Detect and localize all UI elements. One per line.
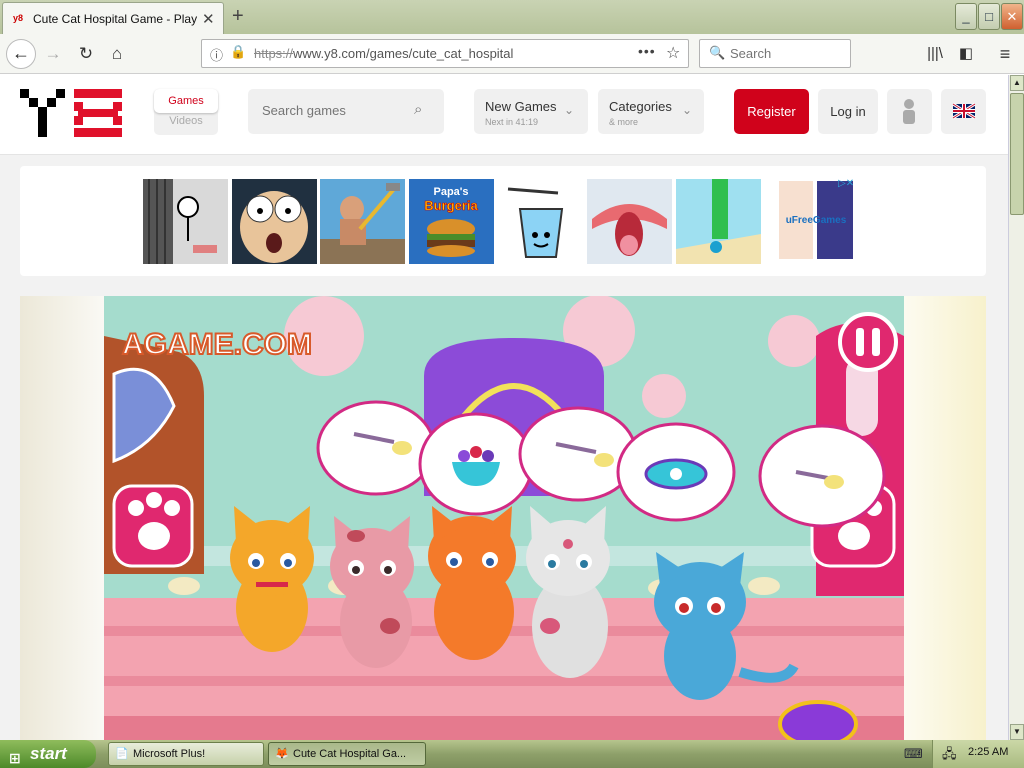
thought-bubble-tweezers[interactable] (316, 400, 436, 496)
thought-bubble-tweezers[interactable] (518, 406, 638, 502)
games-tab[interactable]: Games (154, 89, 218, 113)
keyboard-icon[interactable]: ⌨ (904, 746, 923, 762)
tab-title: Cute Cat Hospital Game - Play online (33, 12, 198, 26)
videos-tab[interactable]: Videos (154, 115, 218, 127)
uk-flag-icon[interactable] (941, 89, 986, 134)
ufreegames-ad[interactable]: uFreeGames (777, 179, 855, 261)
new-games-countdown: Next in 41:19 (485, 117, 539, 127)
start-label: start (30, 744, 67, 763)
left-paw-button[interactable] (112, 484, 194, 568)
scroll-up-arrow-icon[interactable]: ▲ (1010, 75, 1024, 91)
home-icon[interactable]: ⌂ (102, 40, 132, 68)
back-arrow-icon[interactable]: ← (6, 39, 36, 69)
close-tab-icon[interactable]: ✕ (202, 10, 215, 28)
stack-run-thumbnail[interactable] (676, 179, 761, 264)
y8-favicon-icon: y8 (13, 13, 24, 23)
purse-icon[interactable] (778, 700, 858, 740)
page-actions-dots-icon[interactable]: ••• (638, 43, 656, 59)
categories-subtitle: & more (609, 117, 639, 127)
url-text: https://www.y8.com/games/cute_cat_hospit… (254, 46, 513, 61)
agame-logo[interactable]: AGAME.COM (121, 327, 313, 362)
browser-search-input[interactable] (730, 46, 840, 61)
taskbar-item-cute-cat-hospital[interactable]: 🦊 Cute Cat Hospital Ga... (268, 742, 426, 766)
chevron-down-icon: ⌄ (564, 103, 575, 117)
hamburger-menu-icon[interactable]: ≡ (990, 40, 1020, 68)
close-window-button[interactable]: ✕ (1001, 3, 1023, 30)
forward-arrow-icon[interactable]: → (38, 40, 68, 68)
climber-hammer-thumbnail[interactable] (320, 179, 405, 264)
search-icon[interactable]: ⌕ (414, 101, 422, 118)
url-scheme: https:// (254, 46, 294, 61)
new-tab-plus-icon[interactable]: + (232, 5, 244, 28)
categories-dropdown[interactable]: Categories & more ⌄ (598, 89, 704, 134)
papas-title-line2: Burgeria (424, 198, 478, 213)
url-bar[interactable]: ⓘ 🔒 https://www.y8.com/games/cute_cat_ho… (201, 39, 689, 68)
adchoices-icon[interactable]: ▷✕ (838, 178, 854, 189)
login-button[interactable]: Log in (818, 89, 878, 134)
cute-cat-hospital-scene[interactable]: AGAME.COM (104, 296, 904, 740)
user-silhouette-icon[interactable] (887, 89, 932, 134)
taskbar-item-label: Cute Cat Hospital Ga... (293, 748, 407, 760)
browser-tab[interactable]: y8 Cute Cat Hospital Game - Play online … (2, 2, 224, 34)
games-videos-toggle: Games Videos (154, 89, 218, 135)
orange-striped-cat[interactable] (428, 506, 516, 660)
search-games-box[interactable]: ⌕ (248, 89, 444, 134)
url-path: www.y8.com/games/cute_cat_hospital (293, 46, 514, 61)
scared-face-thumbnail[interactable] (232, 179, 317, 264)
y8-website: Games Videos ⌕ New Games Next in 41:19 ⌄… (0, 75, 1008, 740)
happy-glass-thumbnail[interactable] (498, 179, 583, 264)
sidebar-icon[interactable]: ◧ (951, 40, 981, 68)
game-canvas[interactable]: AGAME.COM (104, 296, 904, 740)
site-header: Games Videos ⌕ New Games Next in 41:19 ⌄… (0, 75, 1008, 155)
clock: 2:25 AM (968, 746, 1009, 758)
bandage-roll-icon (644, 458, 708, 490)
papas-burgeria-thumbnail[interactable]: Papa's Burgeria (409, 179, 494, 264)
register-button[interactable]: Register (734, 89, 809, 134)
document-icon: 📄 (115, 748, 129, 760)
windows-logo-icon: ⊞ (9, 750, 21, 766)
network-icon[interactable]: 🖧 (942, 745, 957, 767)
maximize-button[interactable]: □ (978, 3, 1000, 30)
reload-icon[interactable]: ↻ (71, 40, 101, 68)
ufreegames-label: uFreeGames (786, 215, 847, 226)
y8-logo[interactable] (20, 89, 125, 137)
categories-title: Categories (609, 99, 672, 114)
info-icon[interactable]: ⓘ (210, 45, 223, 64)
library-icon[interactable]: |||\ (920, 40, 950, 68)
scroll-down-arrow-icon[interactable]: ▼ (1010, 724, 1024, 740)
new-games-dropdown[interactable]: New Games Next in 41:19 ⌄ (474, 89, 588, 134)
browser-search-box[interactable]: 🔍 (699, 39, 851, 68)
insecure-lock-icon: 🔒 (230, 44, 247, 59)
taskbar-item-label: Microsoft Plus! (133, 748, 206, 760)
taskbar-item-microsoft-plus[interactable]: 📄 Microsoft Plus! (108, 742, 264, 766)
firefox-icon: 🦊 (275, 748, 289, 760)
stickman-prison-thumbnail[interactable] (143, 179, 228, 264)
chevron-down-icon: ⌄ (682, 103, 693, 117)
bookmark-star-icon[interactable]: ☆ (666, 43, 680, 63)
ad-banner: Papa's Burgeria uFreeGames ▷✕ (20, 166, 986, 276)
vertical-scrollbar[interactable]: ▲ ▼ (1008, 75, 1024, 740)
orange-cat[interactable] (230, 506, 314, 652)
papas-title-line1: Papa's (433, 186, 468, 198)
magnifier-icon: 🔍 (709, 45, 726, 60)
scroll-thumb[interactable] (1010, 93, 1024, 215)
pause-button[interactable] (838, 312, 898, 372)
search-games-input[interactable] (262, 103, 412, 118)
tongue-thumbnail[interactable] (587, 179, 672, 264)
new-games-title: New Games (485, 99, 557, 114)
start-button[interactable]: ⊞ start (0, 740, 96, 768)
minimize-button[interactable]: _ (955, 3, 977, 30)
